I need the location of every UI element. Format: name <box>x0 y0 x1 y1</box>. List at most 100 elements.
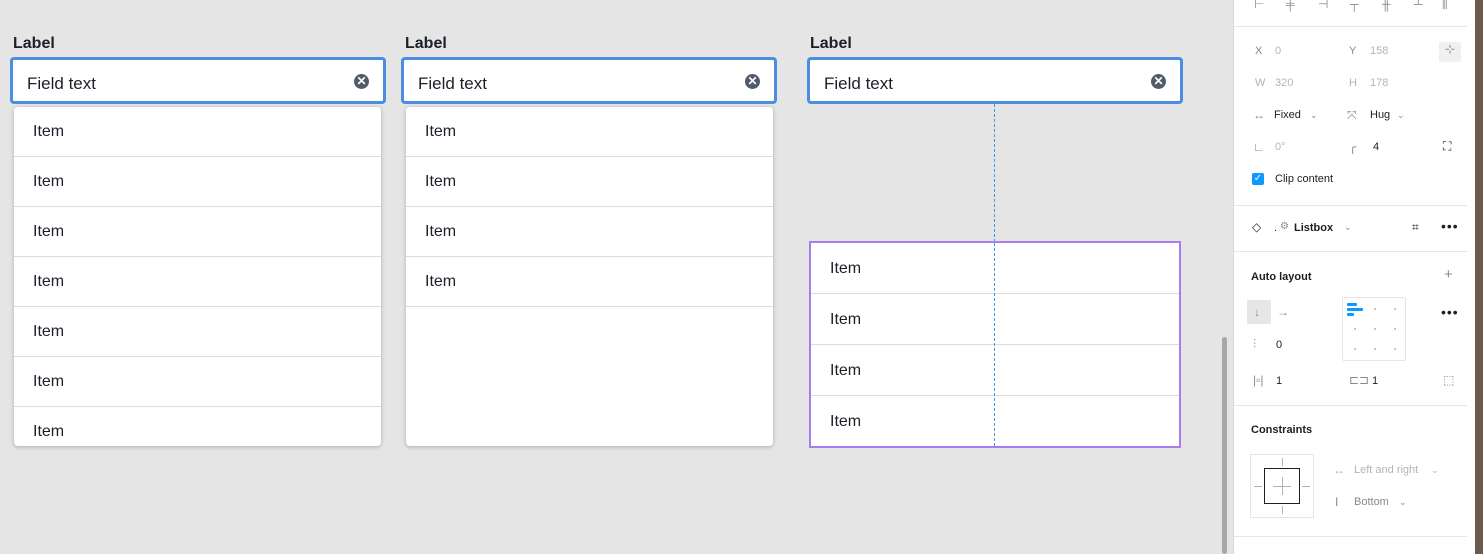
list-item[interactable]: Item <box>811 345 1179 396</box>
list-item[interactable]: Item <box>14 257 381 307</box>
component-instance-icon: ◇ <box>1252 220 1262 234</box>
chevron-down-icon[interactable]: ⌄ <box>1399 495 1407 509</box>
align-middle-v-icon[interactable]: ╫ <box>1382 0 1391 11</box>
list-item[interactable]: Item <box>14 357 381 407</box>
clip-content-checkbox[interactable]: ✓ <box>1252 173 1264 185</box>
chevron-down-icon[interactable]: ⌄ <box>1431 463 1439 477</box>
x-input[interactable]: 0 <box>1275 45 1281 57</box>
combo-3-field-text: Field text <box>824 74 893 93</box>
w-input[interactable]: 320 <box>1275 77 1293 89</box>
vertical-resize-icon: ⤧ <box>1347 108 1357 122</box>
combo-1-dropdown: Item Item Item Item Item Item Item <box>14 107 381 446</box>
gap-icon: ⫶ <box>1253 337 1257 351</box>
vertical-constraint-select[interactable]: Bottom <box>1354 496 1389 508</box>
list-item[interactable]: Item <box>811 396 1179 447</box>
add-icon[interactable]: + <box>1444 267 1453 282</box>
canvas-scrollbar[interactable] <box>1222 337 1227 554</box>
combo-2-label: Label <box>405 35 447 52</box>
list-item[interactable]: Item <box>14 107 381 157</box>
more-options-icon[interactable]: ••• <box>1441 305 1459 319</box>
combo-1-field-text: Field text <box>27 74 96 93</box>
list-item[interactable]: Item <box>14 157 381 207</box>
divider <box>1234 251 1468 252</box>
horizontal-padding-icon: |▫| <box>1253 373 1264 387</box>
rotation-icon: ∟ <box>1253 140 1265 154</box>
distribute-icon[interactable]: ⫼ <box>1442 0 1448 11</box>
divider <box>1234 536 1468 537</box>
divider <box>1234 405 1468 406</box>
x-label: X <box>1255 45 1263 57</box>
individual-padding-icon[interactable]: ⬚ <box>1443 373 1454 387</box>
align-bar <box>1347 303 1357 306</box>
list-item[interactable]: Item <box>14 407 381 446</box>
h-label: H <box>1349 77 1357 89</box>
clear-icon[interactable]: ✕ <box>354 74 369 89</box>
horizontal-constraint-select[interactable]: Left and right <box>1354 464 1418 476</box>
combo-1-field[interactable]: Field text ✕ <box>10 57 386 104</box>
gap-input[interactable]: 0 <box>1276 339 1282 351</box>
horizontal-resize-icon: ↔ <box>1253 108 1265 122</box>
chevron-down-icon[interactable]: ⌄ <box>1344 220 1352 234</box>
align-left-icon[interactable]: ⊢ <box>1254 0 1264 11</box>
rotation-input[interactable]: 0° <box>1275 141 1286 153</box>
combo-2-field[interactable]: Field text ✕ <box>401 57 777 104</box>
chevron-down-icon[interactable]: ⌄ <box>1397 108 1405 122</box>
align-bar <box>1347 313 1354 316</box>
y-label: Y <box>1349 45 1357 57</box>
direction-vertical-button[interactable]: ↓ <box>1247 300 1271 324</box>
auto-layout-title: Auto layout <box>1251 271 1312 283</box>
list-item[interactable]: Item <box>811 294 1179 345</box>
align-top-icon[interactable]: ┬ <box>1350 0 1359 11</box>
independent-corners-icon[interactable]: ⛶ <box>1443 139 1451 153</box>
list-item[interactable]: Item <box>14 307 381 357</box>
absolute-position-icon[interactable]: ⊹ <box>1439 42 1461 62</box>
corner-radius-icon: ╭ <box>1349 140 1357 154</box>
chevron-down-icon[interactable]: ⌄ <box>1310 108 1318 122</box>
combo-2-dropdown: Item Item Item Item <box>406 107 773 446</box>
vertical-padding-icon: ⊏⊐ <box>1349 373 1370 387</box>
y-input[interactable]: 158 <box>1370 45 1388 57</box>
list-item[interactable]: Item <box>406 257 773 307</box>
h-input[interactable]: 178 <box>1370 77 1388 89</box>
panel-scroll-gutter <box>1467 0 1475 554</box>
divider <box>1234 205 1468 206</box>
divider <box>1234 26 1468 27</box>
combo-3-field[interactable]: Field text ✕ <box>807 57 1183 104</box>
w-label: W <box>1255 77 1266 89</box>
arrow-down-icon: ↓ <box>1254 305 1260 319</box>
clip-content-label: Clip content <box>1275 173 1334 185</box>
align-bar <box>1347 308 1363 311</box>
horizontal-constraint-icon: ↔ <box>1333 463 1345 477</box>
list-item[interactable]: Item <box>14 207 381 257</box>
list-item[interactable]: Item <box>406 107 773 157</box>
align-center-h-icon[interactable]: ╪ <box>1286 0 1295 11</box>
alignment-grid[interactable] <box>1342 297 1406 361</box>
horizontal-padding-input[interactable]: 1 <box>1276 375 1282 387</box>
component-name[interactable]: Listbox <box>1294 222 1333 234</box>
listbox-selected[interactable]: Item Item Item Item <box>809 241 1181 448</box>
height-mode-select[interactable]: Hug <box>1370 109 1390 121</box>
component-gear-icon: ⚙ <box>1280 221 1289 232</box>
spacing-guide <box>994 104 995 242</box>
clear-icon[interactable]: ✕ <box>1151 74 1166 89</box>
align-right-icon[interactable]: ⊣ <box>1318 0 1328 11</box>
align-bottom-icon[interactable]: ┴ <box>1414 0 1423 11</box>
detach-instance-icon[interactable]: ⌗ <box>1412 220 1419 234</box>
list-item[interactable]: Item <box>811 243 1179 294</box>
center-guide <box>994 243 995 446</box>
vertical-padding-input[interactable]: 1 <box>1372 375 1378 387</box>
vertical-constraint-icon: I <box>1335 495 1339 509</box>
design-canvas[interactable]: Label Field text ✕ Item Item Item Item I… <box>0 0 1233 554</box>
width-mode-select[interactable]: Fixed <box>1274 109 1301 121</box>
list-item[interactable]: Item <box>406 157 773 207</box>
combo-2-field-text: Field text <box>418 74 487 93</box>
combo-1-label: Label <box>13 35 55 52</box>
more-options-icon[interactable]: ••• <box>1441 219 1459 233</box>
constraints-title: Constraints <box>1251 424 1313 436</box>
component-prefix: . <box>1274 222 1278 234</box>
list-item[interactable]: Item <box>406 207 773 257</box>
constraints-widget[interactable] <box>1250 454 1314 518</box>
corner-radius-input[interactable]: 4 <box>1373 141 1379 153</box>
clear-icon[interactable]: ✕ <box>745 74 760 89</box>
arrow-right-icon[interactable]: → <box>1277 305 1289 319</box>
